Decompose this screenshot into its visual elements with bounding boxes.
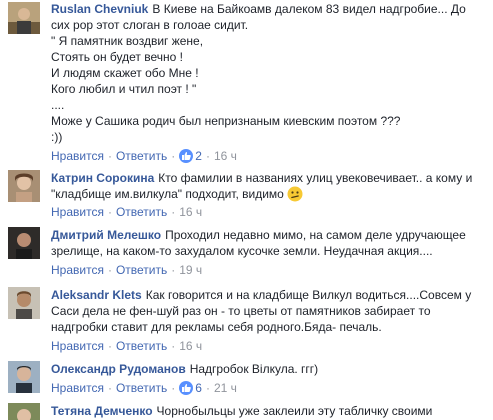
separator: · xyxy=(171,339,176,353)
comment-text: "кладбище им.вилкула" подходит, видимо xyxy=(51,187,284,201)
comment-text: .... xyxy=(51,98,65,112)
reply-button[interactable]: Ответить xyxy=(116,149,167,163)
like-button[interactable]: Нравится xyxy=(51,339,104,353)
separator: · xyxy=(171,381,176,395)
like-button[interactable]: Нравится xyxy=(51,149,104,163)
comment-text: И людям скажет обо Мне ! xyxy=(51,66,199,80)
comment-author[interactable]: Дмитрий Мелешко xyxy=(51,228,161,242)
comment-text: :)) xyxy=(51,130,63,144)
like-count[interactable]: 2 xyxy=(195,149,202,163)
comment-author[interactable]: Aleksandr Klets xyxy=(51,288,142,302)
comment-text: Може у Сашика родич был непризнаным киев… xyxy=(51,114,401,128)
separator: · xyxy=(205,381,210,395)
comment-time[interactable]: 21 ч xyxy=(214,381,237,395)
comment-time[interactable]: 16 ч xyxy=(179,339,202,353)
comment-time[interactable]: 19 ч xyxy=(179,263,202,277)
comment-text: Кто фамилии в названиях улиц увековечива… xyxy=(158,171,473,185)
comment-author[interactable]: Олександр Рудоманов xyxy=(51,362,186,376)
comment-author[interactable]: Ruslan Chevniuk xyxy=(51,2,148,16)
separator: · xyxy=(171,205,176,219)
comment-author[interactable]: Тетяна Демченко xyxy=(51,404,153,418)
like-reaction-icon[interactable] xyxy=(179,149,194,163)
separator: · xyxy=(107,205,112,219)
comment-text: сих рор этот слоган в голоае сидит. xyxy=(51,18,249,32)
comment-text: Саси дела не фен-шуй раз он - то цветы о… xyxy=(51,304,431,318)
reply-button[interactable]: Ответить xyxy=(116,263,167,277)
comment-text: Стоять он будет вечно ! xyxy=(51,50,183,64)
comment-time[interactable]: 16 ч xyxy=(179,205,202,219)
comment-text: В Киеве на Байкоамв далеком 83 видел над… xyxy=(152,2,466,16)
comment-text: Как говорится и на кладбище Вилкул водит… xyxy=(145,288,472,302)
confused-face-icon xyxy=(287,186,303,202)
avatar[interactable] xyxy=(8,170,40,202)
comment-text: надгробки ставит для рекламы себя родног… xyxy=(51,320,382,334)
avatar[interactable] xyxy=(8,361,40,393)
reply-button[interactable]: Ответить xyxy=(116,381,167,395)
like-count[interactable]: 6 xyxy=(195,381,202,395)
comment-text: Надгробок Вілкула. ггг) xyxy=(189,362,319,376)
reply-button[interactable]: Ответить xyxy=(116,205,167,219)
separator: · xyxy=(171,149,176,163)
separator: · xyxy=(107,263,112,277)
like-button[interactable]: Нравится xyxy=(51,205,104,219)
like-button[interactable]: Нравится xyxy=(51,381,104,395)
avatar[interactable] xyxy=(8,227,40,259)
comment-text: " Я памятник воздвиг жене, xyxy=(51,34,204,48)
separator: · xyxy=(107,381,112,395)
comment-author[interactable]: Катрин Сорокина xyxy=(51,171,154,185)
comment-text: Проходил недавно мимо, на самом деле удр… xyxy=(165,228,466,242)
separator: · xyxy=(205,149,210,163)
comment-time[interactable]: 16 ч xyxy=(214,149,237,163)
comment-text: Чорнобыльцы уже заклеили эту табличку св… xyxy=(156,404,433,418)
separator: · xyxy=(171,263,176,277)
avatar[interactable] xyxy=(8,2,40,34)
comment-text: Кого любил и чтил поэт ! " xyxy=(51,82,197,96)
avatar[interactable] xyxy=(8,287,40,319)
comment-text: зрелище, на каком-то захудалом кусочке з… xyxy=(51,244,433,258)
like-reaction-icon[interactable] xyxy=(179,381,194,395)
like-button[interactable]: Нравится xyxy=(51,263,104,277)
separator: · xyxy=(107,149,112,163)
reply-button[interactable]: Ответить xyxy=(116,339,167,353)
avatar[interactable] xyxy=(8,403,40,420)
separator: · xyxy=(107,339,112,353)
